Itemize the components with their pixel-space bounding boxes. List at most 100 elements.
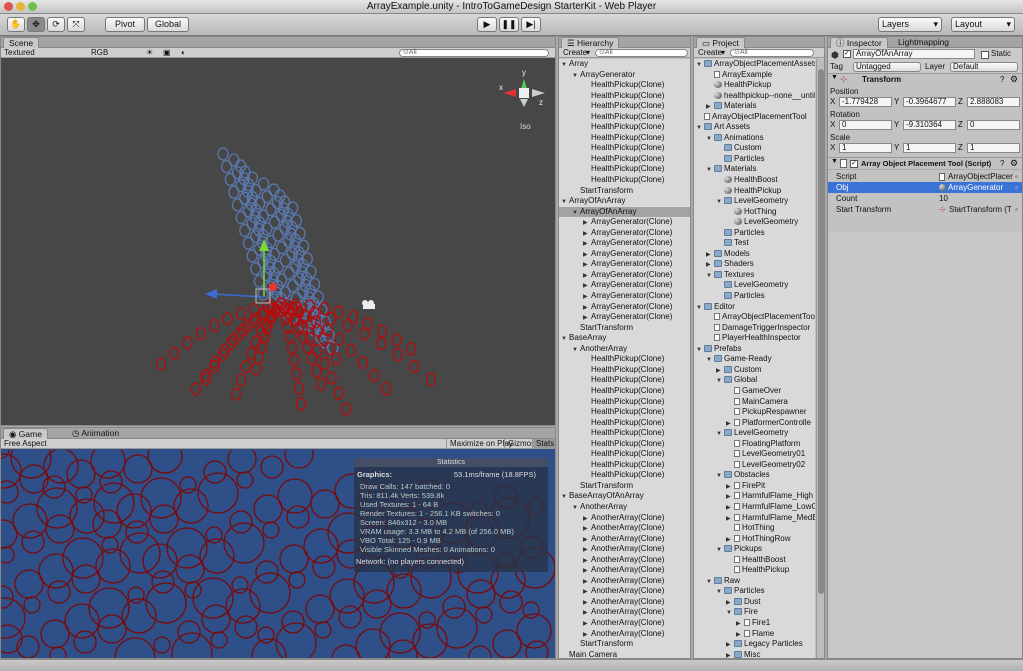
hierarchy-row[interactable]: HealthPickup(Clone) [559,365,690,376]
hierarchy-row[interactable]: ▼ Array [559,59,690,70]
hierarchy-row[interactable]: HealthPickup(Clone) [559,439,690,450]
hierarchy-row[interactable]: StartTransform [559,186,690,197]
hierarchy-row[interactable]: HealthPickup(Clone) [559,470,690,481]
rotation-z-field[interactable]: 0 [967,120,1020,130]
project-row[interactable]: MainCamera [694,397,815,408]
project-search-input[interactable]: ⊙All [730,49,814,57]
project-row[interactable]: ▼ LevelGeometry [694,428,815,439]
hierarchy-row[interactable]: HealthPickup(Clone) [559,375,690,386]
project-row[interactable]: ▶ Fire1 [694,618,815,629]
project-row[interactable]: ArrayObjectPlacementTool [694,112,815,123]
project-row[interactable]: ▶ Dust [694,597,815,608]
scale-y-field[interactable]: 1 [903,143,956,153]
hierarchy-row[interactable]: HealthPickup(Clone) [559,175,690,186]
project-row[interactable]: ▶ HarmfulFlame_LowC [694,502,815,513]
project-row[interactable]: ▼ Game-Ready [694,354,815,365]
project-row[interactable]: Particles [694,154,815,165]
hierarchy-row[interactable]: ▶ AnotherArray(Clone) [559,618,690,629]
hierarchy-row[interactable]: HealthPickup(Clone) [559,91,690,102]
hierarchy-row[interactable]: ▼ ArrayGenerator [559,70,690,81]
script-field-value[interactable]: ArrayObjectPlacer [948,171,1013,182]
project-row[interactable]: ▼ Editor [694,302,815,313]
project-row[interactable]: ▼ Animations [694,133,815,144]
position-y-field[interactable]: -0.3964677 [903,97,956,107]
pivot-toggle[interactable]: Pivot [105,17,145,32]
project-row[interactable]: ▶ Misc [694,650,815,658]
hierarchy-search-input[interactable]: ⊙All [595,49,688,57]
image-icon[interactable]: ▣ [163,48,171,57]
project-row[interactable]: LevelGeometry [694,217,815,228]
project-row[interactable]: GameOver [694,386,815,397]
hierarchy-row[interactable]: ▶ AnotherArray(Clone) [559,576,690,587]
aspect-dropdown[interactable]: Free Aspect [4,439,47,448]
project-row[interactable]: HealthPickup [694,80,815,91]
hierarchy-row[interactable]: StartTransform [559,323,690,334]
pause-button[interactable]: ❚❚ [499,17,519,32]
tab-project[interactable]: ▭ Project [696,37,745,48]
project-row[interactable]: HealthPickup [694,186,815,197]
scene-search-input[interactable]: ⊙All [399,49,549,57]
project-row[interactable]: DamageTriggerInspector [694,323,815,334]
hierarchy-row[interactable]: ▼ ArrayOfAnArray [559,196,690,207]
hierarchy-row[interactable]: HealthPickup(Clone) [559,143,690,154]
hierarchy-row[interactable]: HealthPickup(Clone) [559,460,690,471]
orientation-gizmo[interactable]: y x z Iso [499,68,545,131]
rotate-tool-button[interactable]: ⟳ [47,17,65,32]
camera-icon[interactable] [362,300,375,309]
project-row[interactable]: ▶ HarmfulFlame_High [694,491,815,502]
project-row[interactable]: HealthBoost [694,555,815,566]
project-row[interactable]: ▶ Shaders [694,259,815,270]
hierarchy-row[interactable]: HealthPickup(Clone) [559,80,690,91]
project-row[interactable]: FloatingPlatform [694,439,815,450]
layer-dropdown[interactable]: Default [950,62,1018,72]
project-row[interactable]: ▼ Pickups [694,544,815,555]
hierarchy-row[interactable]: HealthPickup(Clone) [559,354,690,365]
help-icon[interactable]: ? [1000,159,1004,168]
project-row[interactable]: ▶ PlatformerControlle [694,418,815,429]
position-x-field[interactable]: -1.779428 [839,97,892,107]
hierarchy-row[interactable]: StartTransform [559,481,690,492]
hierarchy-row[interactable]: HealthPickup(Clone) [559,449,690,460]
hierarchy-row[interactable]: ▶ AnotherArray(Clone) [559,555,690,566]
stats-toggle[interactable]: Stats [532,439,555,448]
object-name-field[interactable]: ArrayOfAnArray [853,49,975,59]
project-row[interactable]: ▶ Legacy Particles [694,639,815,650]
play-button[interactable]: ▶ [477,17,497,32]
lighting-icon[interactable]: ☀ [146,48,153,57]
hierarchy-row[interactable]: ▶ AnotherArray(Clone) [559,523,690,534]
start-transform-value[interactable]: StartTransform (T [949,204,1012,215]
project-row[interactable]: ▶ FirePit [694,481,815,492]
layout-dropdown[interactable]: Layout ▾ [951,17,1015,32]
project-row[interactable]: ▼ Raw [694,576,815,587]
rotation-y-field[interactable]: -9.310364 [903,120,956,130]
hierarchy-row[interactable]: StartTransform [559,639,690,650]
hierarchy-row[interactable]: HealthPickup(Clone) [559,407,690,418]
project-row[interactable]: PlayerHealthInspector [694,333,815,344]
hierarchy-row[interactable]: ▼ AnotherArray [559,344,690,355]
tab-inspector[interactable]: ⓘ Inspector [830,37,888,48]
hierarchy-row[interactable]: ▼ ArrayOfAnArray [559,206,690,218]
script-enabled-checkbox[interactable]: ✓ [850,160,858,168]
hierarchy-row[interactable]: ▼ BaseArray [559,333,690,344]
project-row[interactable]: ▶ Custom [694,365,815,376]
position-z-field[interactable]: 2.888083 [967,97,1020,107]
hierarchy-row[interactable]: HealthPickup(Clone) [559,164,690,175]
scale-tool-button[interactable]: ⤧ [67,17,85,32]
project-row[interactable]: healthpickup--none__untit [694,91,815,102]
hierarchy-row[interactable]: ▶ ArrayGenerator(Clone) [559,238,690,249]
rotation-x-field[interactable]: 0 [839,120,892,130]
project-row[interactable]: HotThing [694,523,815,534]
hierarchy-row[interactable]: Main Camera [559,650,690,658]
project-row[interactable]: Test [694,238,815,249]
project-row[interactable]: ▼ Textures [694,270,815,281]
audio-icon[interactable]: ◐ [181,48,186,57]
move-gizmo[interactable] [205,239,277,304]
hierarchy-row[interactable]: ▼ AnotherArray [559,502,690,513]
project-create-button[interactable]: Create [698,48,722,57]
project-row[interactable]: ▶ HotThingRow [694,534,815,545]
project-row[interactable]: HealthBoost [694,175,815,186]
static-checkbox[interactable] [981,51,989,59]
tab-game[interactable]: ◉ Game [3,428,48,439]
render-mode-dropdown[interactable]: RGB [91,48,108,57]
hierarchy-row[interactable]: ▶ AnotherArray(Clone) [559,513,690,524]
